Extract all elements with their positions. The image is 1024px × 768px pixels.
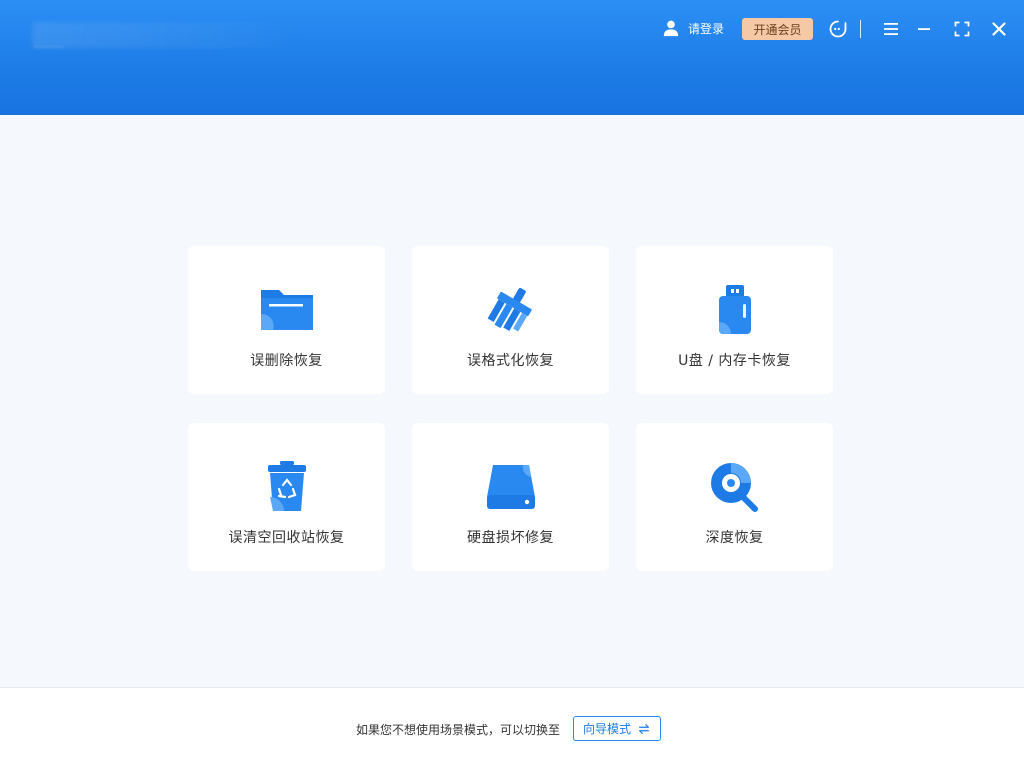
- card-recycle-bin-recovery[interactable]: 误清空回收站恢复: [188, 423, 385, 571]
- switch-arrows-icon: [639, 723, 649, 734]
- card-deleted-recovery[interactable]: 误删除恢复: [188, 246, 385, 394]
- vip-button[interactable]: 开通会员: [742, 18, 813, 40]
- card-label: U盘 / 内存卡恢复: [678, 353, 791, 369]
- card-disk-repair[interactable]: 硬盘损坏修复: [412, 423, 609, 571]
- card-deep-recovery[interactable]: 深度恢复: [636, 423, 833, 571]
- maximize-icon[interactable]: [951, 18, 973, 40]
- broom-icon: [487, 287, 532, 332]
- card-format-recovery[interactable]: 误格式化恢复: [412, 246, 609, 394]
- card-label: 误清空回收站恢复: [228, 530, 345, 546]
- close-icon[interactable]: [988, 18, 1010, 40]
- recycle-bin-icon: [267, 461, 306, 511]
- card-label: 硬盘损坏修复: [467, 530, 554, 546]
- header-bar: 请登录 开通会员: [0, 0, 1024, 115]
- guide-mode-button[interactable]: 向导模式: [573, 716, 661, 741]
- mode-switch-hint: 如果您不想使用场景模式，可以切换至: [356, 723, 561, 737]
- footer-bar: 如果您不想使用场景模式，可以切换至 向导模式: [0, 687, 1024, 768]
- card-usb-recovery[interactable]: U盘 / 内存卡恢复: [636, 246, 833, 394]
- card-label: 深度恢复: [705, 530, 764, 546]
- header-divider: [860, 20, 861, 38]
- login-button[interactable]: 请登录: [662, 18, 724, 38]
- card-label: 误删除恢复: [250, 353, 323, 369]
- deep-scan-icon: [710, 463, 758, 512]
- usb-drive-icon: [718, 285, 751, 334]
- hard-disk-icon: [486, 465, 535, 509]
- app-logo-underline: [34, 46, 64, 48]
- scenario-grid: 误删除恢复 误格式化恢复 U盘 / 内存卡恢复 误清空回收站恢复 硬盘损坏修复 …: [188, 246, 834, 572]
- card-label: 误格式化恢复: [467, 353, 554, 369]
- menu-icon[interactable]: [880, 18, 902, 40]
- minimize-icon[interactable]: [913, 18, 935, 40]
- folder-icon: [260, 290, 313, 330]
- guide-mode-label: 向导模式: [582, 722, 631, 736]
- app-logo: [32, 22, 302, 48]
- customer-service-icon[interactable]: [827, 18, 849, 40]
- login-label: 请登录: [688, 21, 725, 36]
- user-icon: [663, 20, 679, 37]
